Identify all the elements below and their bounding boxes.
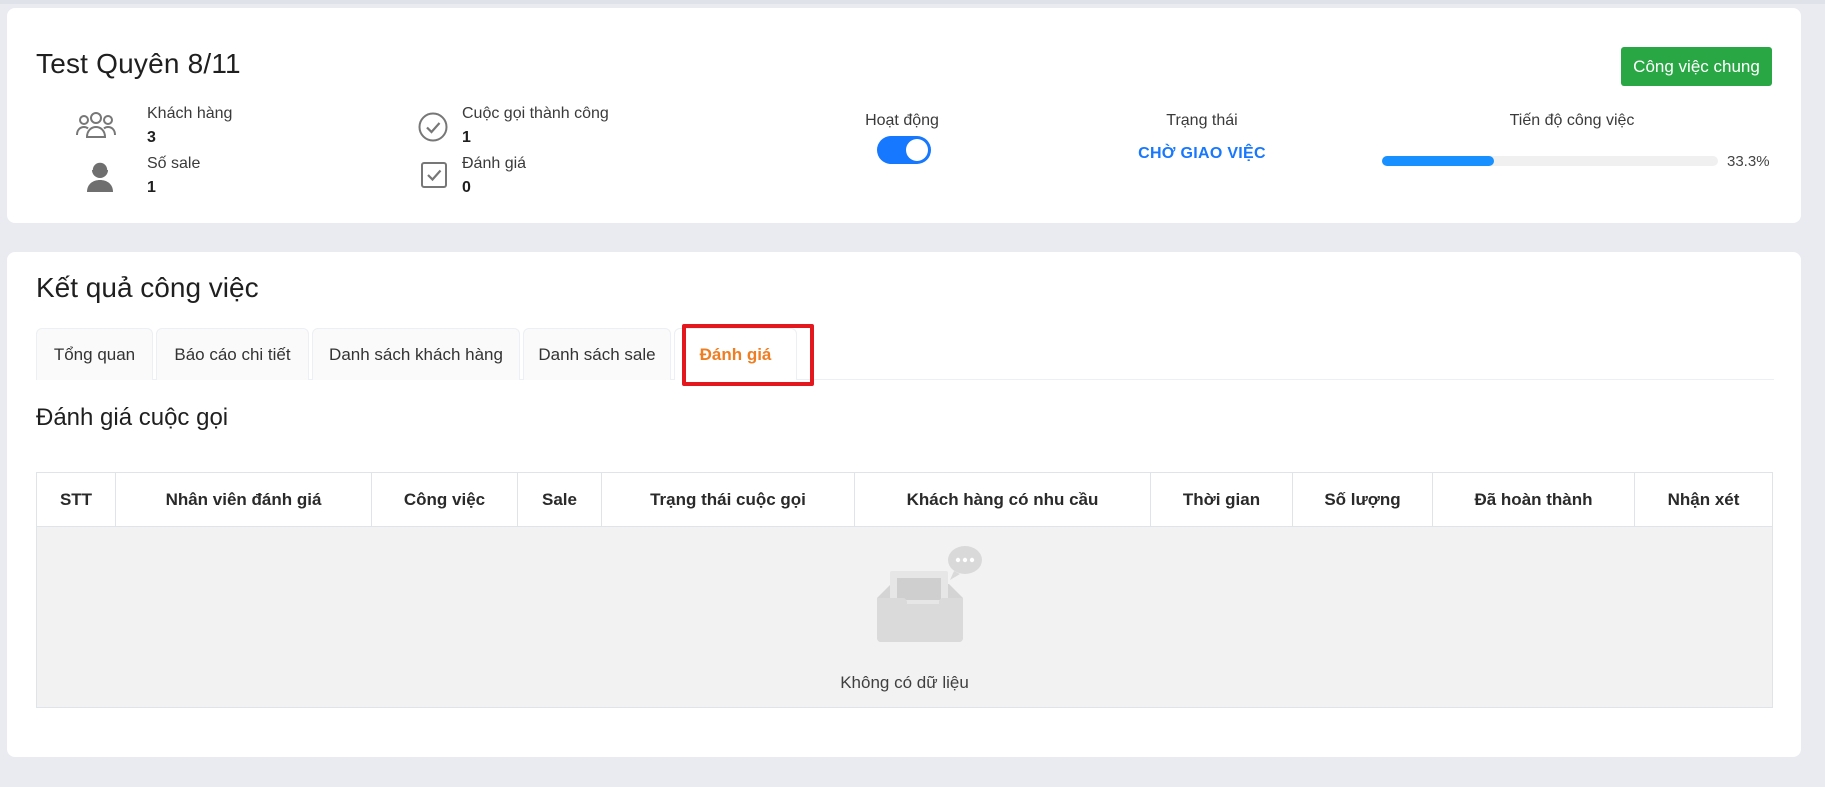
- check-circle-icon: [418, 112, 448, 142]
- column-header[interactable]: Khách hàng có nhu cầu: [855, 473, 1151, 527]
- progress-fill: [1382, 156, 1494, 166]
- status-col: Trạng thái: [1087, 112, 1317, 130]
- checkbox-icon: [421, 162, 447, 188]
- sales-value: 1: [147, 179, 156, 196]
- column-header[interactable]: STT: [37, 473, 116, 527]
- empty-state: Không có dữ liệu: [37, 528, 1772, 708]
- successful-calls-value: 1: [462, 129, 471, 146]
- project-title: Test Quyên 8/11: [36, 48, 241, 79]
- users-icon: [76, 112, 116, 138]
- column-header[interactable]: Sale: [518, 473, 602, 527]
- empty-message: Không có dữ liệu: [840, 673, 969, 692]
- work-results-card: Kết quả công việc Tổng quan Báo cáo chi …: [7, 252, 1801, 757]
- progress-bar: [1382, 156, 1718, 166]
- salesperson-icon: [87, 161, 113, 192]
- reviews-section-title: Đánh giá cuộc gọi: [36, 404, 229, 431]
- successful-calls-label: Cuộc gọi thành công: [462, 105, 609, 122]
- reviews-value: 0: [462, 179, 471, 196]
- top-border: [0, 0, 1825, 4]
- activity-label: Hoạt động: [865, 112, 939, 129]
- progress-col: Tiến độ công việc: [1447, 112, 1697, 130]
- table-header: STT Nhân viên đánh giá Công việc Sale Tr…: [37, 473, 1772, 527]
- column-header[interactable]: Công việc: [372, 473, 518, 527]
- tab-customer-list[interactable]: Danh sách khách hàng: [312, 328, 520, 380]
- tab-overview[interactable]: Tổng quan: [36, 328, 153, 380]
- column-header[interactable]: Nhân viên đánh giá: [116, 473, 372, 527]
- tab-sale-list[interactable]: Danh sách sale: [523, 328, 671, 380]
- customers-label: Khách hàng: [147, 105, 233, 122]
- column-header[interactable]: Trạng thái cuộc gọi: [602, 473, 855, 527]
- progress-label: Tiến độ công việc: [1509, 112, 1635, 129]
- column-header[interactable]: Nhận xét: [1635, 473, 1772, 527]
- progress-percent: 33.3%: [1727, 153, 1770, 170]
- tab-detail-report[interactable]: Báo cáo chi tiết: [156, 328, 309, 380]
- column-header[interactable]: Đã hoàn thành: [1433, 473, 1635, 527]
- results-title: Kết quả công việc: [36, 272, 259, 303]
- tab-reviews[interactable]: Đánh giá: [674, 328, 797, 380]
- activity-col: Hoạt động: [827, 112, 977, 130]
- activity-toggle[interactable]: [877, 136, 931, 164]
- reviews-label: Đánh giá: [462, 155, 527, 172]
- sales-label: Số sale: [147, 155, 201, 172]
- customers-value: 3: [147, 129, 156, 146]
- empty-inbox-icon: [877, 546, 982, 642]
- column-header[interactable]: Số lượng: [1293, 473, 1433, 527]
- toggle-knob: [906, 139, 928, 161]
- status-value: CHỜ GIAO VIỆC: [1138, 145, 1266, 162]
- column-header[interactable]: Thời gian: [1151, 473, 1293, 527]
- reviews-table: STT Nhân viên đánh giá Công việc Sale Tr…: [36, 472, 1773, 708]
- results-tabs: Tổng quan Báo cáo chi tiết Danh sách khá…: [36, 328, 1774, 380]
- project-summary-card: Test Quyên 8/11 Công việc chung Khách hà…: [7, 8, 1801, 223]
- general-work-button[interactable]: Công việc chung: [1621, 47, 1772, 86]
- status-label: Trạng thái: [1166, 112, 1238, 129]
